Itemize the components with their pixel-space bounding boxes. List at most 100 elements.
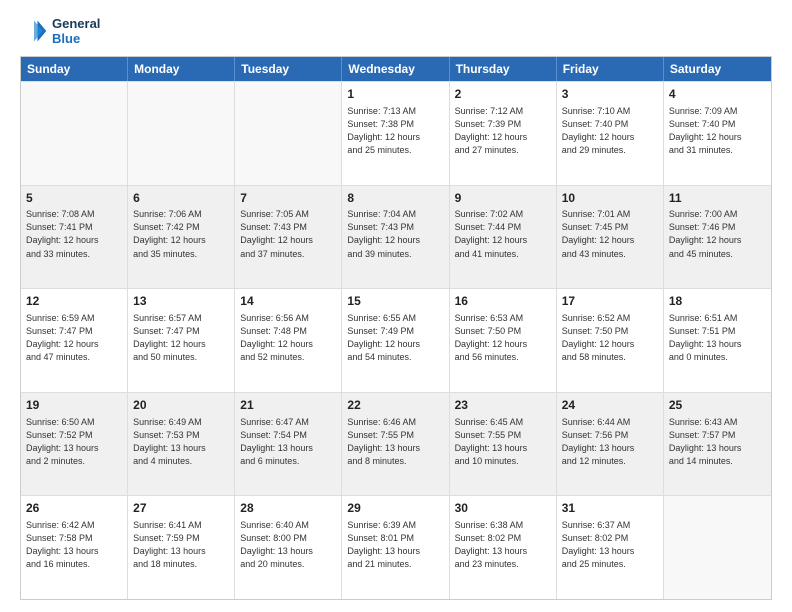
- day-number: 3: [562, 86, 658, 103]
- header-monday: Monday: [128, 57, 235, 81]
- calendar-cell-r0-c0: [21, 82, 128, 185]
- calendar-cell-r1-c2: 7Sunrise: 7:05 AM Sunset: 7:43 PM Daylig…: [235, 186, 342, 289]
- calendar-cell-r3-c3: 22 Sunrise: 6:46 AM Sunset: 7:55 PM Dayli…: [342, 393, 449, 496]
- calendar-cell-r1-c6: 11Sunrise: 7:00 AM Sunset: 7:46 PM Dayli…: [664, 186, 771, 289]
- calendar-cell-r2-c5: 17 Sunrise: 6:52 AM Sunset: 7:50 PM Dayli…: [557, 289, 664, 392]
- header-tuesday: Tuesday: [235, 57, 342, 81]
- day-number: 29: [347, 500, 443, 517]
- day-number: 1: [347, 86, 443, 103]
- day-number: 12: [26, 293, 122, 310]
- day-number: 15: [347, 293, 443, 310]
- calendar-body: 1 Sunrise: 7:13 AM Sunset: 7:38 PM Daylig…: [21, 81, 771, 599]
- cell-info: Sunrise: 6:44 AM Sunset: 7:56 PM Dayligh…: [562, 416, 658, 468]
- cell-info: Sunrise: 6:38 AM Sunset: 8:02 PM Dayligh…: [455, 519, 551, 571]
- calendar-row-4: 26 Sunrise: 6:42 AM Sunset: 7:58 PM Dayli…: [21, 495, 771, 599]
- day-number: 11: [669, 190, 766, 207]
- day-number: 17: [562, 293, 658, 310]
- calendar-cell-r4-c6: [664, 496, 771, 599]
- cell-info: Sunrise: 7:00 AM Sunset: 7:46 PM Dayligh…: [669, 208, 766, 260]
- cell-info: Sunrise: 7:05 AM Sunset: 7:43 PM Dayligh…: [240, 208, 336, 260]
- calendar-cell-r1-c4: 9Sunrise: 7:02 AM Sunset: 7:44 PM Daylig…: [450, 186, 557, 289]
- cell-info: Sunrise: 6:51 AM Sunset: 7:51 PM Dayligh…: [669, 312, 766, 364]
- header-wednesday: Wednesday: [342, 57, 449, 81]
- cell-info: Sunrise: 6:41 AM Sunset: 7:59 PM Dayligh…: [133, 519, 229, 571]
- day-number: 25: [669, 397, 766, 414]
- cell-info: Sunrise: 6:56 AM Sunset: 7:48 PM Dayligh…: [240, 312, 336, 364]
- calendar-row-3: 19 Sunrise: 6:50 AM Sunset: 7:52 PM Dayli…: [21, 392, 771, 496]
- calendar: Sunday Monday Tuesday Wednesday Thursday…: [20, 56, 772, 600]
- cell-info: Sunrise: 7:01 AM Sunset: 7:45 PM Dayligh…: [562, 208, 658, 260]
- header-sunday: Sunday: [21, 57, 128, 81]
- calendar-cell-r1-c1: 6Sunrise: 7:06 AM Sunset: 7:42 PM Daylig…: [128, 186, 235, 289]
- calendar-cell-r1-c5: 10Sunrise: 7:01 AM Sunset: 7:45 PM Dayli…: [557, 186, 664, 289]
- cell-info: Sunrise: 7:04 AM Sunset: 7:43 PM Dayligh…: [347, 208, 443, 260]
- day-number: 7: [240, 190, 336, 207]
- calendar-cell-r2-c1: 13Sunrise: 6:57 AM Sunset: 7:47 PM Dayli…: [128, 289, 235, 392]
- calendar-cell-r2-c3: 15Sunrise: 6:55 AM Sunset: 7:49 PM Dayli…: [342, 289, 449, 392]
- calendar-cell-r2-c2: 14 Sunrise: 6:56 AM Sunset: 7:48 PM Dayli…: [235, 289, 342, 392]
- cell-info: Sunrise: 6:53 AM Sunset: 7:50 PM Dayligh…: [455, 312, 551, 364]
- day-number: 23: [455, 397, 551, 414]
- cell-info: Sunrise: 6:52 AM Sunset: 7:50 PM Dayligh…: [562, 312, 658, 364]
- cell-info: Sunrise: 7:09 AM Sunset: 7:40 PM Dayligh…: [669, 105, 766, 157]
- header-friday: Friday: [557, 57, 664, 81]
- day-number: 2: [455, 86, 551, 103]
- calendar-cell-r2-c6: 18 Sunrise: 6:51 AM Sunset: 7:51 PM Dayli…: [664, 289, 771, 392]
- cell-info: Sunrise: 7:08 AM Sunset: 7:41 PM Dayligh…: [26, 208, 122, 260]
- header-saturday: Saturday: [664, 57, 771, 81]
- day-number: 26: [26, 500, 122, 517]
- calendar-cell-r2-c4: 16Sunrise: 6:53 AM Sunset: 7:50 PM Dayli…: [450, 289, 557, 392]
- calendar-cell-r0-c1: [128, 82, 235, 185]
- cell-info: Sunrise: 6:50 AM Sunset: 7:52 PM Dayligh…: [26, 416, 122, 468]
- logo-text: General Blue: [52, 16, 100, 46]
- cell-info: Sunrise: 6:39 AM Sunset: 8:01 PM Dayligh…: [347, 519, 443, 571]
- calendar-cell-r1-c3: 8Sunrise: 7:04 AM Sunset: 7:43 PM Daylig…: [342, 186, 449, 289]
- calendar-cell-r3-c5: 24 Sunrise: 6:44 AM Sunset: 7:56 PM Dayli…: [557, 393, 664, 496]
- cell-info: Sunrise: 6:43 AM Sunset: 7:57 PM Dayligh…: [669, 416, 766, 468]
- cell-info: Sunrise: 6:42 AM Sunset: 7:58 PM Dayligh…: [26, 519, 122, 571]
- calendar-cell-r0-c2: [235, 82, 342, 185]
- day-number: 28: [240, 500, 336, 517]
- calendar-row-1: 5Sunrise: 7:08 AM Sunset: 7:41 PM Daylig…: [21, 185, 771, 289]
- calendar-cell-r3-c2: 21Sunrise: 6:47 AM Sunset: 7:54 PM Dayli…: [235, 393, 342, 496]
- day-number: 6: [133, 190, 229, 207]
- calendar-cell-r0-c3: 1 Sunrise: 7:13 AM Sunset: 7:38 PM Daylig…: [342, 82, 449, 185]
- calendar-cell-r0-c6: 4 Sunrise: 7:09 AM Sunset: 7:40 PM Daylig…: [664, 82, 771, 185]
- day-number: 22: [347, 397, 443, 414]
- cell-info: Sunrise: 7:06 AM Sunset: 7:42 PM Dayligh…: [133, 208, 229, 260]
- day-number: 10: [562, 190, 658, 207]
- day-number: 5: [26, 190, 122, 207]
- cell-info: Sunrise: 6:57 AM Sunset: 7:47 PM Dayligh…: [133, 312, 229, 364]
- cell-info: Sunrise: 6:45 AM Sunset: 7:55 PM Dayligh…: [455, 416, 551, 468]
- day-number: 21: [240, 397, 336, 414]
- calendar-row-2: 12Sunrise: 6:59 AM Sunset: 7:47 PM Dayli…: [21, 288, 771, 392]
- day-number: 24: [562, 397, 658, 414]
- day-number: 20: [133, 397, 229, 414]
- cell-info: Sunrise: 7:13 AM Sunset: 7:38 PM Dayligh…: [347, 105, 443, 157]
- cell-info: Sunrise: 6:40 AM Sunset: 8:00 PM Dayligh…: [240, 519, 336, 571]
- calendar-cell-r0-c5: 3 Sunrise: 7:10 AM Sunset: 7:40 PM Daylig…: [557, 82, 664, 185]
- page: General Blue Sunday Monday Tuesday Wedne…: [0, 0, 792, 612]
- cell-info: Sunrise: 7:12 AM Sunset: 7:39 PM Dayligh…: [455, 105, 551, 157]
- cell-info: Sunrise: 7:10 AM Sunset: 7:40 PM Dayligh…: [562, 105, 658, 157]
- calendar-cell-r1-c0: 5Sunrise: 7:08 AM Sunset: 7:41 PM Daylig…: [21, 186, 128, 289]
- day-number: 18: [669, 293, 766, 310]
- calendar-cell-r4-c5: 31Sunrise: 6:37 AM Sunset: 8:02 PM Dayli…: [557, 496, 664, 599]
- day-number: 8: [347, 190, 443, 207]
- calendar-cell-r4-c3: 29 Sunrise: 6:39 AM Sunset: 8:01 PM Dayli…: [342, 496, 449, 599]
- cell-info: Sunrise: 6:37 AM Sunset: 8:02 PM Dayligh…: [562, 519, 658, 571]
- calendar-cell-r2-c0: 12Sunrise: 6:59 AM Sunset: 7:47 PM Dayli…: [21, 289, 128, 392]
- calendar-cell-r4-c2: 28 Sunrise: 6:40 AM Sunset: 8:00 PM Dayli…: [235, 496, 342, 599]
- calendar-cell-r4-c0: 26 Sunrise: 6:42 AM Sunset: 7:58 PM Dayli…: [21, 496, 128, 599]
- cell-info: Sunrise: 6:46 AM Sunset: 7:55 PM Dayligh…: [347, 416, 443, 468]
- header: General Blue: [20, 16, 772, 46]
- cell-info: Sunrise: 6:49 AM Sunset: 7:53 PM Dayligh…: [133, 416, 229, 468]
- day-number: 14: [240, 293, 336, 310]
- day-number: 30: [455, 500, 551, 517]
- calendar-header: Sunday Monday Tuesday Wednesday Thursday…: [21, 57, 771, 81]
- calendar-cell-r0-c4: 2 Sunrise: 7:12 AM Sunset: 7:39 PM Daylig…: [450, 82, 557, 185]
- day-number: 4: [669, 86, 766, 103]
- calendar-cell-r4-c4: 30 Sunrise: 6:38 AM Sunset: 8:02 PM Dayli…: [450, 496, 557, 599]
- day-number: 19: [26, 397, 122, 414]
- calendar-cell-r3-c4: 23 Sunrise: 6:45 AM Sunset: 7:55 PM Dayli…: [450, 393, 557, 496]
